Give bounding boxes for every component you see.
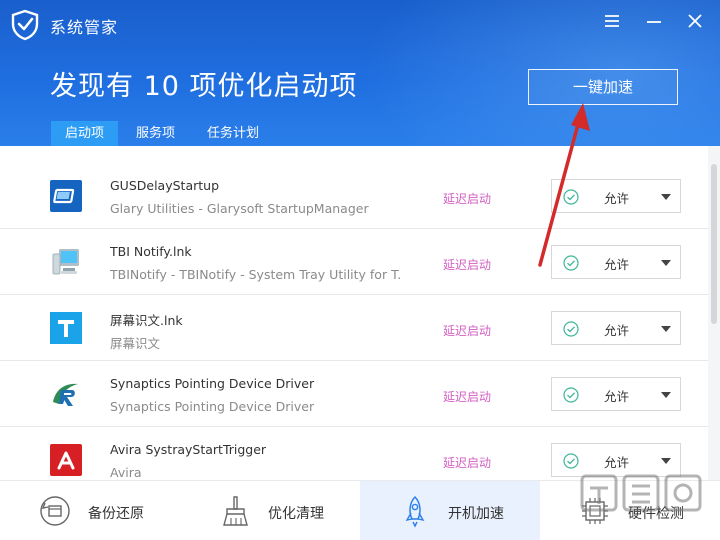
permission-dropdown[interactable]: 允许 — [551, 245, 681, 279]
tab-bar: 启动项 服务项 任务计划 — [51, 121, 273, 146]
caret-down-icon — [661, 260, 671, 266]
item-name: TBI Notify.lnk — [110, 244, 192, 259]
item-status: 延迟启动 — [443, 324, 492, 338]
app-title: 系统管家 — [50, 18, 119, 37]
item-name: Synaptics Pointing Device Driver — [110, 376, 315, 391]
caret-down-icon — [661, 458, 671, 464]
item-status: 延迟启动 — [443, 258, 492, 272]
check-circle-icon — [563, 387, 579, 403]
dropdown-value: 允许 — [604, 455, 630, 470]
nav-label: 优化清理 — [268, 506, 324, 522]
item-description: 屏幕识文 — [110, 336, 161, 351]
permission-dropdown[interactable]: 允许 — [551, 311, 681, 345]
check-circle-icon — [563, 453, 579, 469]
t-app-icon — [50, 312, 82, 344]
check-circle-icon — [563, 255, 579, 271]
item-name: Avira SystrayStartTrigger — [110, 442, 267, 457]
header-bar: 系统管家 发现有 10 项优化启动项 一键加速 启动项 服务项 任务计划 — [0, 0, 720, 146]
nav-hardware-check[interactable]: 硬件检测 — [540, 481, 720, 540]
list-scrollbar[interactable] — [708, 146, 720, 480]
startup-list: GUSDelayStartup Glary Utilities - Glarys… — [0, 146, 708, 480]
item-description: Synaptics Pointing Device Driver — [110, 399, 315, 414]
item-status: 延迟启动 — [443, 192, 492, 206]
permission-dropdown[interactable]: 允许 — [551, 179, 681, 213]
item-name: GUSDelayStartup — [110, 178, 220, 193]
caret-down-icon — [661, 326, 671, 332]
shield-logo-icon — [11, 9, 39, 41]
menu-icon[interactable] — [601, 10, 623, 32]
scrollbar-thumb[interactable] — [711, 164, 717, 324]
nav-label: 开机加速 — [448, 506, 504, 522]
item-status: 延迟启动 — [443, 390, 492, 404]
synaptics-app-icon — [53, 383, 78, 406]
headline: 发现有 10 项优化启动项 — [50, 71, 358, 102]
check-circle-icon — [563, 321, 579, 337]
permission-dropdown[interactable]: 允许 — [551, 443, 681, 477]
check-circle-icon — [563, 189, 579, 205]
bottom-nav: 备份还原 优化清理 开机加速 硬件检测 — [0, 480, 720, 540]
list-item: 屏幕识文.lnk 屏幕识文 延迟启动 允许 — [0, 295, 708, 361]
dropdown-value: 允许 — [604, 257, 630, 272]
one-click-speedup-button[interactable]: 一键加速 — [528, 69, 678, 105]
caret-down-icon — [661, 194, 671, 200]
list-item: Avira SystrayStartTrigger Avira 延迟启动 允许 — [0, 427, 708, 480]
caret-down-icon — [661, 392, 671, 398]
dropdown-value: 允许 — [604, 191, 630, 206]
list-item: GUSDelayStartup Glary Utilities - Glarys… — [0, 163, 708, 229]
tab-startup[interactable]: 启动项 — [51, 121, 119, 146]
tab-services[interactable]: 服务项 — [122, 121, 189, 146]
list-item: Synaptics Pointing Device Driver Synapti… — [0, 361, 708, 427]
dropdown-value: 允许 — [604, 323, 630, 338]
tab-scheduled-tasks[interactable]: 任务计划 — [193, 121, 273, 146]
nav-optimize-clean[interactable]: 优化清理 — [180, 481, 360, 540]
close-icon[interactable] — [684, 10, 706, 32]
glary-app-icon — [50, 180, 82, 212]
dropdown-value: 允许 — [604, 389, 630, 404]
rocket-icon — [405, 495, 425, 528]
backup-restore-icon — [40, 496, 70, 526]
permission-dropdown[interactable]: 允许 — [551, 377, 681, 411]
nav-backup-restore[interactable]: 备份还原 — [0, 481, 180, 540]
broom-icon — [223, 496, 248, 526]
item-description: Glary Utilities - Glarysoft StartupManag… — [110, 201, 369, 216]
avira-app-icon — [50, 444, 82, 476]
item-description: TBINotify - TBINotify - System Tray Util… — [110, 267, 400, 282]
item-description: Avira — [110, 465, 142, 480]
nav-boot-speedup[interactable]: 开机加速 — [360, 481, 540, 540]
list-item: TBI Notify.lnk TBINotify - TBINotify - S… — [0, 229, 708, 295]
computer-app-icon — [52, 249, 79, 275]
minimize-icon[interactable] — [643, 10, 665, 32]
item-name: 屏幕识文.lnk — [110, 313, 183, 328]
nav-label: 备份还原 — [88, 506, 144, 522]
nav-label: 硬件检测 — [628, 506, 684, 522]
item-status: 延迟启动 — [443, 456, 492, 470]
chip-icon — [582, 498, 608, 524]
